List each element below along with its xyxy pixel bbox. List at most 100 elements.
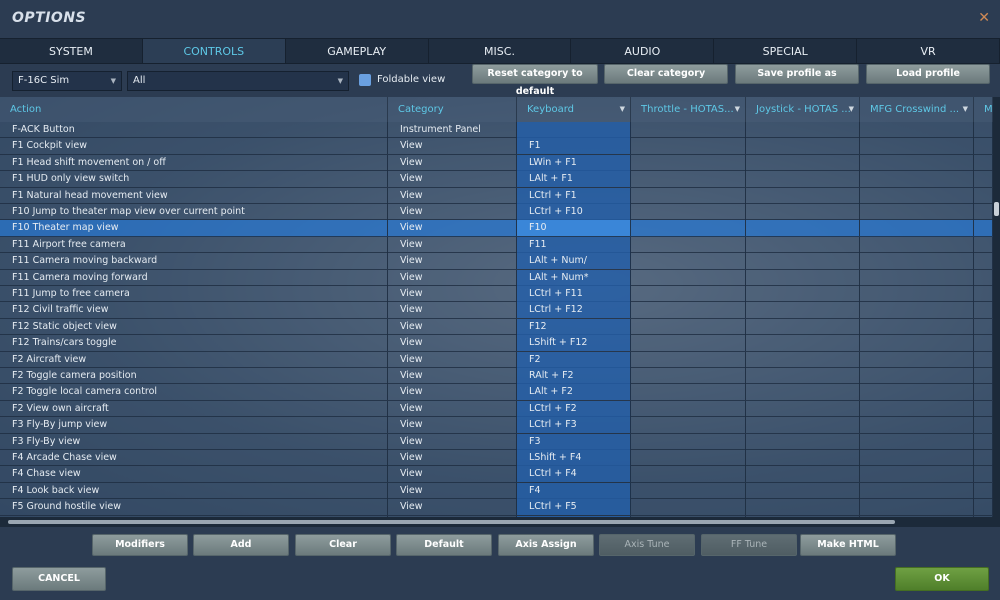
throttle-cell[interactable] (631, 236, 746, 253)
keyboard-cell[interactable]: F11 (517, 236, 631, 253)
keyboard-cell[interactable]: LShift + F12 (517, 335, 631, 352)
throttle-cell[interactable] (631, 269, 746, 286)
pedals-cell[interactable] (860, 236, 974, 253)
keyboard-cell[interactable]: LWin + F1 (517, 154, 631, 171)
throttle-cell[interactable] (631, 122, 746, 138)
add-button[interactable]: Add (193, 534, 289, 556)
tab-gameplay[interactable]: GAMEPLAY (286, 39, 429, 63)
keyboard-cell[interactable]: F2 (517, 351, 631, 368)
extra-cell[interactable] (974, 368, 993, 384)
joystick-cell[interactable] (746, 318, 860, 335)
chevron-down-icon[interactable]: ▼ (963, 97, 968, 122)
column-header[interactable]: MFG Crosswind ... ▼ (860, 97, 974, 122)
extra-cell[interactable] (974, 384, 993, 401)
joystick-cell[interactable] (746, 351, 860, 368)
joystick-cell[interactable] (746, 450, 860, 466)
keyboard-cell[interactable]: LCtrl + F11 (517, 286, 631, 302)
keyboard-cell[interactable]: LCtrl + F2 (517, 400, 631, 417)
table-row[interactable]: F12 Trains/cars toggle View LShift + F12 (0, 335, 993, 352)
load-profile-button[interactable]: Load profile (866, 64, 990, 84)
pedals-cell[interactable] (860, 466, 974, 483)
pedals-cell[interactable] (860, 499, 974, 516)
extra-cell[interactable] (974, 400, 993, 417)
throttle-cell[interactable] (631, 302, 746, 319)
table-row[interactable]: F4 Chase view View LCtrl + F4 (0, 466, 993, 483)
pedals-cell[interactable] (860, 482, 974, 499)
joystick-cell[interactable] (746, 171, 860, 188)
pedals-cell[interactable] (860, 368, 974, 384)
chevron-down-icon[interactable]: ▼ (735, 97, 740, 122)
extra-cell[interactable] (974, 122, 993, 138)
keyboard-cell[interactable]: RAlt + F2 (517, 368, 631, 384)
extra-cell[interactable] (974, 269, 993, 286)
pedals-cell[interactable] (860, 286, 974, 302)
joystick-cell[interactable] (746, 220, 860, 237)
keyboard-cell[interactable]: F3 (517, 433, 631, 450)
pedals-cell[interactable] (860, 384, 974, 401)
keyboard-cell[interactable]: LCtrl + F12 (517, 302, 631, 319)
throttle-cell[interactable] (631, 335, 746, 352)
throttle-cell[interactable] (631, 138, 746, 155)
table-row[interactable]: F11 Airport free camera View F11 (0, 236, 993, 254)
extra-cell[interactable] (974, 154, 993, 171)
joystick-cell[interactable] (746, 335, 860, 352)
joystick-cell[interactable] (746, 433, 860, 450)
joystick-cell[interactable] (746, 302, 860, 319)
throttle-cell[interactable] (631, 220, 746, 237)
joystick-cell[interactable] (746, 253, 860, 270)
pedals-cell[interactable] (860, 417, 974, 434)
tab-vr[interactable]: VR (857, 39, 1000, 63)
keyboard-cell[interactable]: LCtrl + F3 (517, 417, 631, 434)
tab-system[interactable]: SYSTEM (0, 39, 143, 63)
joystick-cell[interactable] (746, 417, 860, 434)
extra-cell[interactable] (974, 318, 993, 335)
clear-category-button[interactable]: Clear category (604, 64, 728, 84)
throttle-cell[interactable] (631, 384, 746, 401)
table-row[interactable]: F5 Ground hostile view View LCtrl + F5 (0, 499, 993, 516)
pedals-cell[interactable] (860, 253, 974, 270)
extra-cell[interactable] (974, 499, 993, 516)
table-row[interactable]: F4 Look back view View F4 (0, 482, 993, 500)
extra-cell[interactable] (974, 450, 993, 466)
extra-cell[interactable] (974, 204, 993, 220)
column-header[interactable]: Joystick - HOTAS ... ▼ (746, 97, 860, 122)
extra-cell[interactable] (974, 236, 993, 253)
pedals-cell[interactable] (860, 204, 974, 220)
throttle-cell[interactable] (631, 499, 746, 516)
table-row[interactable]: F3 Fly-By jump view View LCtrl + F3 (0, 417, 993, 434)
table-row[interactable]: F-ACK Button Instrument Panel (0, 122, 993, 139)
default-button[interactable]: Default (396, 534, 492, 556)
extra-cell[interactable] (974, 417, 993, 434)
table-row[interactable]: F11 Camera moving backward View LAlt + Num… (0, 253, 993, 270)
chevron-down-icon[interactable]: ▼ (620, 97, 625, 122)
table-row[interactable]: F1 Natural head movement view View LCtrl +… (0, 187, 993, 204)
table-row[interactable]: F4 Arcade Chase view View LShift + F4 (0, 450, 993, 467)
pedals-cell[interactable] (860, 450, 974, 466)
table-row[interactable]: F1 Head shift movement on / off View LWin … (0, 154, 993, 172)
table-row[interactable]: F1 HUD only view switch View LAlt + F1 (0, 171, 993, 188)
joystick-cell[interactable] (746, 204, 860, 220)
modifiers-button[interactable]: Modifiers (92, 534, 188, 556)
throttle-cell[interactable] (631, 417, 746, 434)
column-header[interactable]: Throttle - HOTAS... ▼ (631, 97, 746, 122)
extra-cell[interactable] (974, 482, 993, 499)
clear-button[interactable]: Clear (295, 534, 391, 556)
extra-cell[interactable] (974, 220, 993, 237)
category-select[interactable]: All ▼ (127, 71, 349, 91)
table-row[interactable]: F1 Cockpit view View F1 (0, 138, 993, 155)
keyboard-cell[interactable]: LAlt + Num/ (517, 253, 631, 270)
extra-cell[interactable] (974, 138, 993, 155)
keyboard-cell[interactable]: F4 (517, 482, 631, 499)
keyboard-cell[interactable]: LAlt + F1 (517, 171, 631, 188)
horizontal-scrollbar[interactable] (0, 517, 993, 527)
throttle-cell[interactable] (631, 400, 746, 417)
pedals-cell[interactable] (860, 318, 974, 335)
pedals-cell[interactable] (860, 302, 974, 319)
aircraft-select[interactable]: F-16C Sim ▼ (12, 71, 122, 91)
tab-special[interactable]: SPECIAL (714, 39, 858, 63)
throttle-cell[interactable] (631, 450, 746, 466)
joystick-cell[interactable] (746, 122, 860, 138)
keyboard-cell[interactable]: LCtrl + F4 (517, 466, 631, 483)
column-header[interactable]: M (974, 97, 993, 122)
pedals-cell[interactable] (860, 400, 974, 417)
